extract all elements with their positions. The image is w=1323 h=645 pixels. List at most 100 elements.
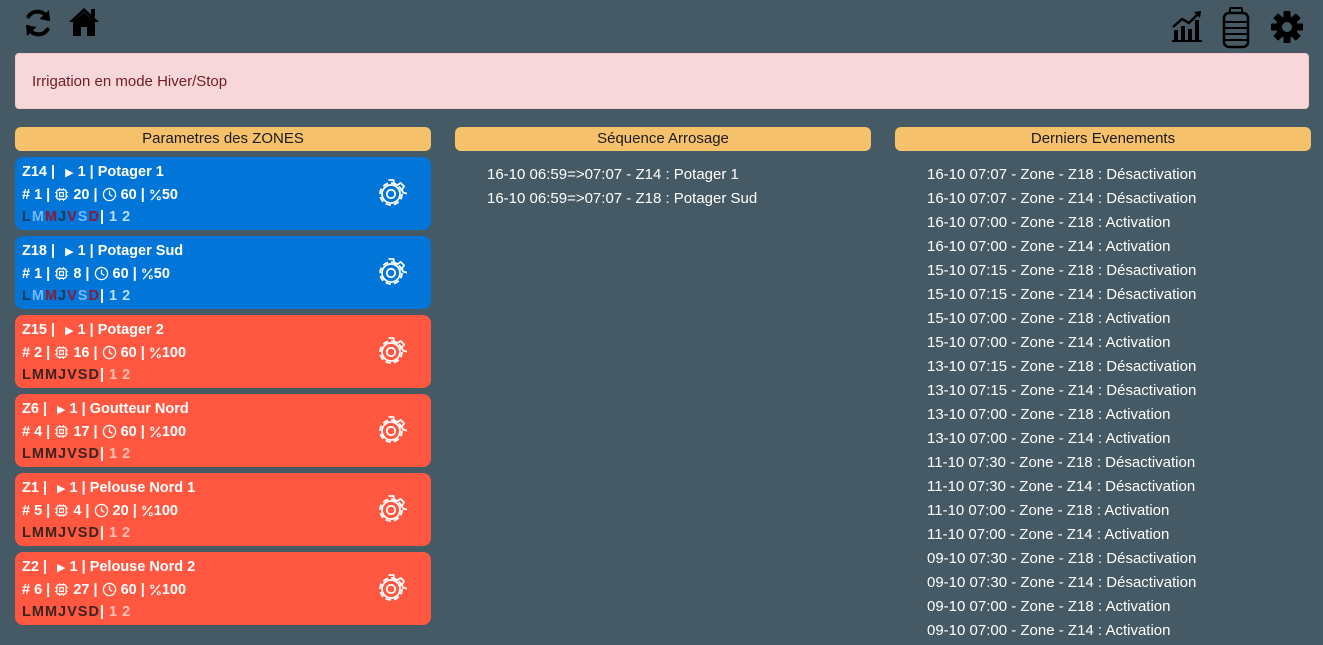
zone-number: # 4 |	[22, 423, 55, 440]
zone-id: Z2 |	[22, 559, 52, 575]
zone-cycles-name: 1 | Pelouse Nord 2	[69, 559, 196, 575]
sensor-icon	[54, 187, 69, 202]
day-6: D	[88, 367, 100, 383]
zone-days-line: LMMJVSD| 1 2	[22, 443, 431, 465]
chart-icon[interactable]	[1171, 10, 1203, 42]
sequence-panel-title: Séquence Arrosage	[455, 127, 871, 151]
mode-alert: Irrigation en mode Hiver/Stop	[15, 53, 1309, 109]
play-icon: ▶	[57, 562, 66, 574]
zone-days-line: LMMJVSD| 1 2	[22, 364, 431, 386]
event-item: 11-10 07:00 - Zone - Z18 : Activation	[927, 502, 1170, 519]
zone-id: Z18 |	[22, 243, 60, 259]
cycles-label: 1 2	[104, 367, 131, 383]
zone-id: Z14 |	[22, 164, 60, 180]
day-4: V	[67, 604, 78, 620]
sequence-item: 16-10 06:59=>07:07 - Z14 : Potager 1	[487, 166, 739, 183]
sequence-list: 16-10 06:59=>07:07 - Z14 : Potager 1 16-1…	[455, 151, 871, 213]
percent-icon	[141, 266, 154, 281]
day-0: L	[22, 288, 32, 304]
day-5: S	[77, 525, 88, 541]
zone-card-4[interactable]: Z1 | ▶ 1 | Pelouse Nord 1 # 5 | 4 | 20 | …	[15, 473, 431, 546]
home-icon[interactable]	[67, 5, 101, 39]
zone-settings-icon[interactable]	[375, 178, 407, 210]
day-1: M	[31, 525, 45, 541]
refresh-icon[interactable]	[21, 6, 55, 40]
zone-settings-icon[interactable]	[375, 415, 407, 447]
zones-list: Z14 | ▶ 1 | Potager 1 # 1 | 20 | 60 | 50 …	[15, 157, 431, 625]
water-tank-icon[interactable]	[1221, 7, 1251, 49]
percent-icon	[149, 424, 162, 439]
day-5: S	[77, 288, 88, 304]
zone-card-5[interactable]: Z2 | ▶ 1 | Pelouse Nord 2 # 6 | 27 | 60 |…	[15, 552, 431, 625]
zone-duration: 16 |	[73, 344, 102, 361]
day-4: V	[67, 446, 78, 462]
event-item: 11-10 07:00 - Zone - Z14 : Activation	[927, 526, 1170, 543]
sensor-icon	[54, 503, 69, 518]
top-bar	[0, 0, 1323, 49]
day-6: D	[88, 604, 100, 620]
play-icon: ▶	[65, 246, 74, 258]
percent-icon	[149, 345, 162, 360]
day-6: D	[88, 525, 100, 541]
zone-days-line: LMMJVSD| 1 2	[22, 285, 431, 307]
event-item: 09-10 07:00 - Zone - Z18 : Activation	[927, 598, 1171, 615]
clock-icon	[94, 266, 109, 281]
day-6: D	[88, 446, 100, 462]
sensor-icon	[54, 424, 69, 439]
sensor-icon	[54, 266, 69, 281]
zone-duration: 17 |	[73, 423, 102, 440]
zone-time: 60 |	[120, 581, 149, 598]
zone-time: 60 |	[112, 265, 141, 282]
zone-number: # 6 |	[22, 581, 55, 598]
zone-duration: 8 |	[73, 265, 94, 282]
clock-icon	[102, 187, 117, 202]
zone-number: # 1 |	[22, 186, 55, 203]
day-4: V	[67, 288, 78, 304]
zone-settings-icon[interactable]	[375, 573, 407, 605]
day-3: J	[58, 604, 67, 620]
zone-cycles-name: 1 | Potager 1	[77, 164, 164, 180]
zone-number: # 2 |	[22, 344, 55, 361]
events-panel: Derniers Evenements 16-10 07:07 - Zone -…	[895, 127, 1311, 645]
sensor-icon	[54, 345, 69, 360]
sensor-icon	[54, 582, 69, 597]
zone-settings-icon[interactable]	[375, 257, 407, 289]
zone-params-line: # 2 | 16 | 60 | 100	[22, 342, 431, 365]
event-item: 13-10 07:15 - Zone - Z14 : Désactivation	[927, 382, 1197, 399]
event-item: 16-10 07:00 - Zone - Z14 : Activation	[927, 238, 1171, 255]
event-item: 16-10 07:07 - Zone - Z14 : Désactivation	[927, 190, 1197, 207]
day-0: L	[22, 604, 32, 620]
zone-params-line: # 5 | 4 | 20 | 100	[22, 500, 431, 523]
day-1: M	[31, 288, 45, 304]
day-2: M	[44, 367, 58, 383]
clock-icon	[102, 582, 117, 597]
zone-id: Z15 |	[22, 322, 60, 338]
zone-days-line: LMMJVSD| 1 2	[22, 522, 431, 544]
percent-icon	[149, 582, 162, 597]
zone-title-line: Z18 | ▶ 1 | Potager Sud	[22, 240, 431, 263]
event-item: 09-10 07:30 - Zone - Z18 : Désactivation	[927, 550, 1197, 567]
cycles-label: 1 2	[104, 604, 131, 620]
settings-gear-icon[interactable]	[1270, 10, 1304, 44]
zone-card-3[interactable]: Z6 | ▶ 1 | Goutteur Nord # 4 | 17 | 60 | …	[15, 394, 431, 467]
zone-card-2[interactable]: Z15 | ▶ 1 | Potager 2 # 2 | 16 | 60 | 100…	[15, 315, 431, 388]
zone-params-line: # 1 | 8 | 60 | 50	[22, 263, 431, 286]
event-item: 15-10 07:00 - Zone - Z14 : Activation	[927, 334, 1171, 351]
zone-title-line: Z14 | ▶ 1 | Potager 1	[22, 161, 431, 184]
zone-card-0[interactable]: Z14 | ▶ 1 | Potager 1 # 1 | 20 | 60 | 50 …	[15, 157, 431, 230]
zone-number: # 5 |	[22, 502, 55, 519]
percent-icon	[149, 187, 162, 202]
day-2: M	[44, 446, 58, 462]
zone-settings-icon[interactable]	[375, 336, 407, 368]
event-item: 15-10 07:15 - Zone - Z18 : Désactivation	[927, 262, 1197, 279]
day-0: L	[22, 209, 32, 225]
zone-duration: 20 |	[73, 186, 102, 203]
zone-settings-icon[interactable]	[375, 494, 407, 526]
day-1: M	[31, 604, 45, 620]
day-2: M	[44, 525, 58, 541]
day-6: D	[88, 288, 100, 304]
percent-icon	[141, 503, 154, 518]
cycles-label: 1 2	[104, 525, 131, 541]
zone-card-1[interactable]: Z18 | ▶ 1 | Potager Sud # 1 | 8 | 60 | 50…	[15, 236, 431, 309]
play-icon: ▶	[57, 483, 66, 495]
